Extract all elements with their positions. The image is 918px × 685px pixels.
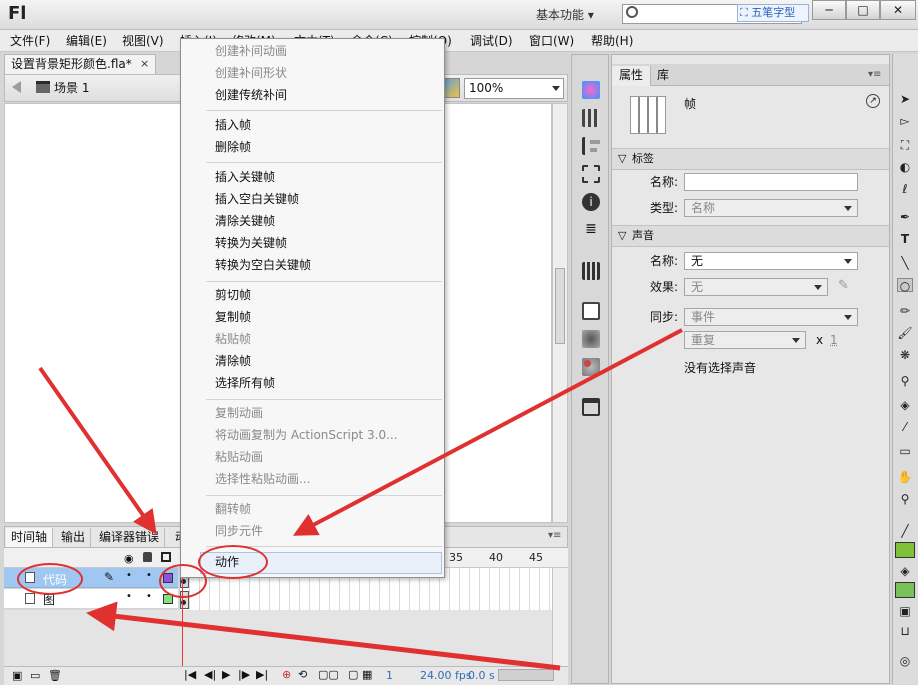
annotation-arrow [86,601,561,671]
annotation-arrows [38,328,683,671]
annotation-arrow [292,328,683,536]
annotation-arrow [38,366,157,535]
